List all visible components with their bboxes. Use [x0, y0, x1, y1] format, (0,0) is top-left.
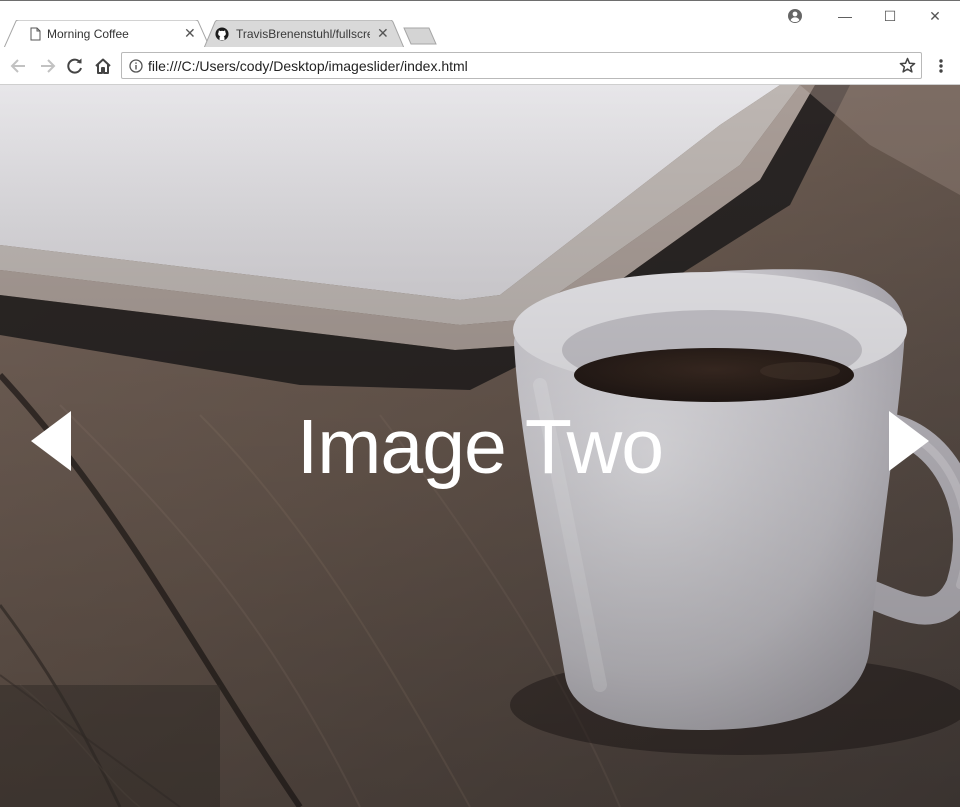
reload-button[interactable]: [64, 55, 86, 77]
tab-title: TravisBrenenstuhl/fullscre: [236, 27, 370, 41]
browser-titlebar: Morning Coffee ✕ TravisBrenenstuhl/fulls…: [0, 0, 960, 48]
home-button[interactable]: [92, 55, 114, 77]
tab-morning-coffee[interactable]: Morning Coffee ✕: [4, 20, 210, 48]
profile-icon[interactable]: [787, 8, 803, 24]
prev-slide-button[interactable]: [30, 410, 72, 472]
url-text[interactable]: file:///C:/Users/cody/Desktop/imageslide…: [148, 58, 468, 74]
close-window-button[interactable]: ✕: [913, 5, 957, 27]
browser-toolbar: file:///C:/Users/cody/Desktop/imageslide…: [0, 47, 960, 85]
tab-title: Morning Coffee: [47, 27, 129, 41]
right-triangle-icon: [889, 411, 929, 471]
address-bar[interactable]: file:///C:/Users/cody/Desktop/imageslide…: [121, 52, 922, 79]
bookmark-star-icon[interactable]: [899, 57, 916, 74]
maximize-button[interactable]: ☐: [868, 5, 912, 27]
tab-close-icon[interactable]: ✕: [184, 25, 196, 41]
minimize-button[interactable]: —: [823, 5, 867, 27]
tab-github[interactable]: TravisBrenenstuhl/fullscre ✕: [204, 20, 404, 48]
tab-close-icon[interactable]: ✕: [377, 25, 389, 41]
next-slide-button[interactable]: [888, 410, 930, 472]
new-tab-button[interactable]: [403, 27, 437, 45]
info-icon[interactable]: [129, 59, 143, 73]
menu-kebab-icon[interactable]: [934, 57, 948, 75]
slide-caption: Image Two: [296, 404, 664, 490]
forward-button[interactable]: [36, 55, 58, 77]
page-icon: [30, 27, 41, 41]
image-slider: Image Two: [0, 85, 960, 807]
back-button[interactable]: [8, 55, 30, 77]
tab-strip: Morning Coffee ✕ TravisBrenenstuhl/fulls…: [0, 1, 960, 48]
github-icon: [215, 27, 229, 41]
left-triangle-icon: [31, 411, 71, 471]
